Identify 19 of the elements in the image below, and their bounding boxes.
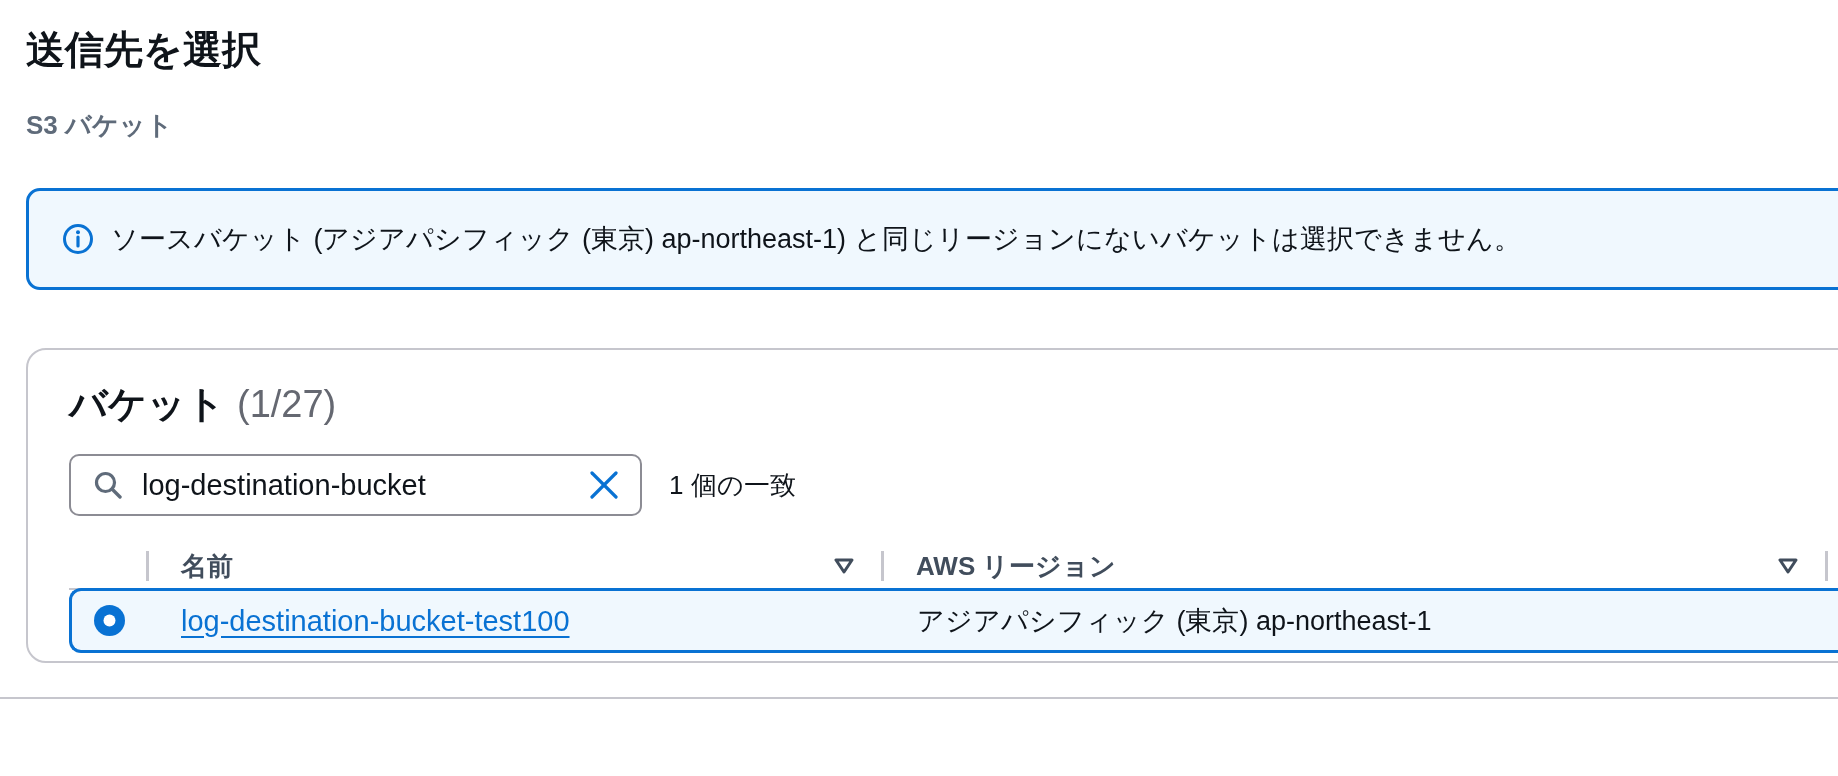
section-label: S3 バケット xyxy=(26,109,174,141)
info-icon xyxy=(62,223,94,255)
bucket-count: (1/27) xyxy=(237,382,337,427)
column-header: AWS リージョン xyxy=(916,550,1117,582)
sort-icon[interactable] xyxy=(1778,558,1798,574)
bucket-link[interactable]: log-destination-bucket-test100 xyxy=(181,602,570,639)
search-icon xyxy=(94,471,122,499)
clear-search-button[interactable] xyxy=(590,471,618,499)
sort-icon[interactable] xyxy=(834,558,854,574)
card-title: バケット xyxy=(69,382,225,427)
table-cell-text: アジアパシフィック (東京) ap-northeast-1 xyxy=(917,604,1432,638)
column-header: 名前 xyxy=(181,550,233,582)
radio-button[interactable] xyxy=(94,605,125,636)
match-count: 1 個の一致 xyxy=(669,469,796,502)
table-row[interactable]: log-destination-bucket-test100 アジアパシフィック (東京) ap-northeast-1 xyxy=(69,588,1838,653)
search-field[interactable]: log-destination-bucket xyxy=(69,454,642,516)
alert-text: ソースバケット (アジアパシフィック (東京) ap-northeast-1) と同じリージョンにないバケットは選択できません。 xyxy=(111,223,1521,256)
page-title: 送信先を選択 xyxy=(26,27,261,73)
close-icon xyxy=(590,471,618,499)
